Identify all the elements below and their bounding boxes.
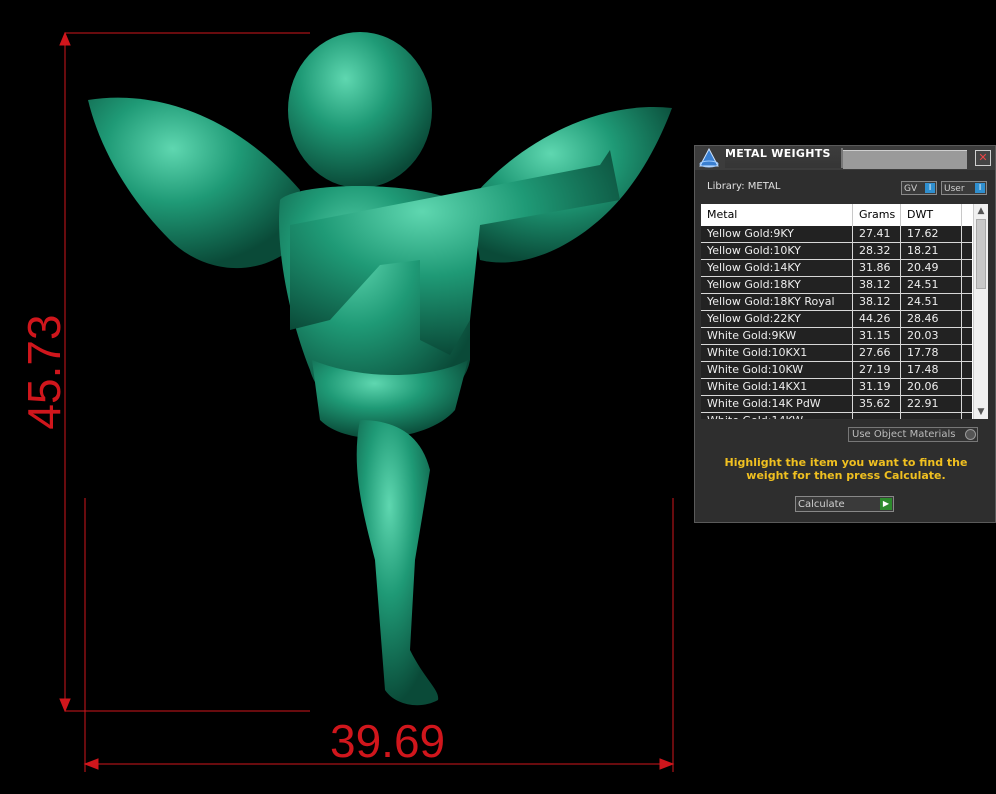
table-row[interactable]: Yellow Gold:14KY 31.86 20.49 <box>701 260 972 277</box>
table-row[interactable]: Yellow Gold:10KY 28.32 18.21 <box>701 243 972 260</box>
app-logo-icon <box>699 148 719 168</box>
cherub-model <box>88 32 672 706</box>
metal-cell: White Gold:10KW <box>701 362 853 378</box>
table-row[interactable]: Yellow Gold:18KY 38.12 24.51 <box>701 277 972 294</box>
metal-cell: Yellow Gold:18KY <box>701 277 853 293</box>
use-object-materials-checkbox[interactable]: Use Object Materials <box>848 427 978 442</box>
library-label: Library: METAL <box>707 181 781 192</box>
grams-cell: 27.19 <box>853 362 901 378</box>
table-row[interactable]: White Gold:10KW 27.19 17.48 <box>701 362 972 379</box>
grams-cell: 27.41 <box>853 226 901 242</box>
dwt-cell <box>901 413 962 419</box>
dwt-cell: 22.91 <box>901 396 962 412</box>
radio-icon <box>965 429 976 440</box>
grams-cell <box>853 413 901 419</box>
toggle-knob-icon: I <box>925 183 935 193</box>
metal-cell: Yellow Gold:10KY <box>701 243 853 259</box>
close-button[interactable]: ✕ <box>975 150 991 166</box>
grams-cell: 27.66 <box>853 345 901 361</box>
metal-table: Metal Grams DWT Yellow Gold:9KY 27.41 17.6… <box>701 204 988 419</box>
table-row[interactable]: White Gold:10KX1 27.66 17.78 <box>701 345 972 362</box>
column-header-metal[interactable]: Metal <box>701 204 853 226</box>
dwt-cell: 24.51 <box>901 277 962 293</box>
metal-cell: White Gold:10KX1 <box>701 345 853 361</box>
panel-titlebar[interactable]: METAL WEIGHTS ✕ <box>695 146 995 170</box>
calculate-label: Calculate <box>798 499 845 510</box>
grams-cell: 38.12 <box>853 294 901 310</box>
dwt-cell: 17.48 <box>901 362 962 378</box>
metal-cell: Yellow Gold:14KY <box>701 260 853 276</box>
gv-toggle-label: GV <box>904 184 918 194</box>
metal-cell: Yellow Gold:18KY Royal <box>701 294 853 310</box>
scroll-down-icon[interactable]: ▼ <box>974 405 988 419</box>
table-row[interactable]: Yellow Gold:9KY 27.41 17.62 <box>701 226 972 243</box>
metal-cell: Yellow Gold:9KY <box>701 226 853 242</box>
dwt-cell: 20.03 <box>901 328 962 344</box>
metal-cell: White Gold:9KW <box>701 328 853 344</box>
dwt-cell: 18.21 <box>901 243 962 259</box>
height-dimension-label: 45.73 <box>18 314 70 430</box>
width-dimension-label: 39.69 <box>330 715 446 767</box>
metal-weights-panel: METAL WEIGHTS ✕ Library: METAL GV I User… <box>694 145 996 523</box>
scroll-thumb[interactable] <box>976 219 986 289</box>
scroll-up-icon[interactable]: ▲ <box>974 204 988 218</box>
grams-cell: 31.15 <box>853 328 901 344</box>
dwt-cell: 28.46 <box>901 311 962 327</box>
dwt-cell: 20.06 <box>901 379 962 395</box>
user-toggle-label: User <box>944 184 965 194</box>
panel-title: METAL WEIGHTS <box>725 148 843 168</box>
metal-cell: White Gold:14KW <box>701 413 853 419</box>
grams-cell: 31.86 <box>853 260 901 276</box>
table-row[interactable]: White Gold:9KW 31.15 20.03 <box>701 328 972 345</box>
grams-cell: 44.26 <box>853 311 901 327</box>
play-arrow-icon: ▶ <box>880 498 892 510</box>
table-scrollbar[interactable]: ▲ ▼ <box>973 204 988 419</box>
table-row[interactable]: White Gold:14KW <box>701 413 972 419</box>
metal-cell: White Gold:14KX1 <box>701 379 853 395</box>
titlebar-strip <box>843 150 967 169</box>
dwt-cell: 20.49 <box>901 260 962 276</box>
hint-text: Highlight the item you want to find the … <box>724 456 968 482</box>
grams-cell: 28.32 <box>853 243 901 259</box>
metal-cell: White Gold:14K PdW <box>701 396 853 412</box>
dwt-cell: 17.78 <box>901 345 962 361</box>
calculate-button[interactable]: Calculate ▶ <box>795 496 894 512</box>
table-row[interactable]: White Gold:14K PdW 35.62 22.91 <box>701 396 972 413</box>
table-row[interactable]: Yellow Gold:22KY 44.26 28.46 <box>701 311 972 328</box>
dwt-cell: 17.62 <box>901 226 962 242</box>
user-toggle[interactable]: User I <box>941 181 987 195</box>
grams-cell: 35.62 <box>853 396 901 412</box>
column-header-dwt[interactable]: DWT <box>901 204 962 226</box>
table-row[interactable]: White Gold:14KX1 31.19 20.06 <box>701 379 972 396</box>
table-body: Yellow Gold:9KY 27.41 17.62 Yellow Gold:10K… <box>701 226 972 419</box>
grams-cell: 31.19 <box>853 379 901 395</box>
grams-cell: 38.12 <box>853 277 901 293</box>
dwt-cell: 24.51 <box>901 294 962 310</box>
table-header: Metal Grams DWT <box>701 204 972 226</box>
use-object-materials-label: Use Object Materials <box>852 429 956 440</box>
toggle-knob-icon: I <box>975 183 985 193</box>
gv-toggle[interactable]: GV I <box>901 181 937 195</box>
metal-cell: Yellow Gold:22KY <box>701 311 853 327</box>
table-row[interactable]: Yellow Gold:18KY Royal 38.12 24.51 <box>701 294 972 311</box>
column-header-grams[interactable]: Grams <box>853 204 901 226</box>
